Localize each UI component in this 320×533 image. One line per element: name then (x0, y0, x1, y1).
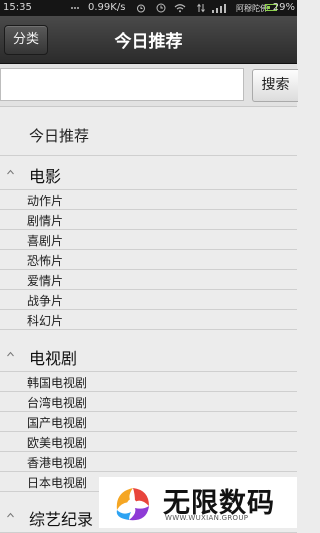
list-item[interactable]: 国产电视剧 (0, 412, 297, 432)
watermark: 无限数码 WWW.WUXIAN.GROUP (99, 477, 297, 528)
list-item-label: 科幻片 (27, 314, 64, 328)
wifi-icon (174, 4, 186, 13)
list-item-label: 剧情片 (27, 214, 64, 228)
group-title: 电影 (29, 167, 62, 186)
list-item-label: 国产电视剧 (27, 416, 88, 430)
alarm-icon (137, 4, 145, 13)
search-bar: 搜索 (0, 64, 298, 107)
wuxian-logo-icon (116, 488, 149, 521)
list-item-label: 台湾电视剧 (27, 396, 88, 410)
watermark-subtitle: WWW.WUXIAN.GROUP (165, 514, 249, 522)
group-movies: 电影 动作片 剧情片 喜剧片 恐怖片 爱情片 战争片 科幻片 (0, 157, 297, 330)
status-time: 15:35 (3, 2, 32, 13)
group-header-tv[interactable]: 电视剧 (0, 339, 297, 372)
list-item[interactable]: 台湾电视剧 (0, 392, 297, 412)
signal-icon (212, 4, 226, 13)
chevron-up-icon (7, 512, 14, 518)
search-input[interactable] (0, 68, 244, 101)
chevron-up-icon (7, 169, 14, 175)
group-header-movies[interactable]: 电影 (0, 157, 297, 190)
list-item-label: 战争片 (27, 294, 64, 308)
clock-icon (156, 3, 166, 13)
list-item[interactable]: 恐怖片 (0, 250, 297, 270)
list-item-label: 欧美电视剧 (27, 436, 88, 450)
list-item-label: 恐怖片 (27, 254, 64, 268)
list-item[interactable]: 韩国电视剧 (0, 372, 297, 392)
today-label: 今日推荐 (29, 127, 90, 145)
list-item[interactable]: 科幻片 (0, 310, 297, 330)
list-item-label: 动作片 (27, 194, 64, 208)
list-item-today[interactable]: 今日推荐 (0, 117, 297, 156)
list-item[interactable]: 剧情片 (0, 210, 297, 230)
list-item[interactable]: 战争片 (0, 290, 297, 310)
list-item-label: 爱情片 (27, 274, 64, 288)
data-arrows-icon (197, 3, 205, 13)
status-bar: 15:35 0.99K/s 阿穆陀佛 29% (0, 0, 297, 16)
chevron-up-icon (7, 351, 14, 357)
list-item[interactable]: 爱情片 (0, 270, 297, 290)
list-item[interactable]: 喜剧片 (0, 230, 297, 250)
search-button[interactable]: 搜索 (252, 69, 298, 102)
carrier-name: 阿穆陀佛 (236, 4, 268, 13)
group-title: 电视剧 (29, 349, 78, 368)
title-bar: 分类 今日推荐 (0, 16, 297, 64)
list-item-label: 日本电视剧 (27, 476, 88, 490)
group-title: 综艺纪录 (29, 510, 94, 529)
list-item[interactable]: 欧美电视剧 (0, 432, 297, 452)
group-tv: 电视剧 韩国电视剧 台湾电视剧 国产电视剧 欧美电视剧 香港电视剧 日本电视剧 (0, 339, 297, 492)
list-item-label: 韩国电视剧 (27, 376, 88, 390)
battery-percent: 29% (272, 2, 295, 13)
list-item[interactable]: 香港电视剧 (0, 452, 297, 472)
network-speed: 0.99K/s (88, 2, 126, 13)
page-title: 今日推荐 (114, 32, 183, 52)
list-item-label: 香港电视剧 (27, 456, 88, 470)
dots-icon (71, 7, 79, 9)
list-item[interactable]: 动作片 (0, 190, 297, 210)
list-item-label: 喜剧片 (27, 234, 64, 248)
